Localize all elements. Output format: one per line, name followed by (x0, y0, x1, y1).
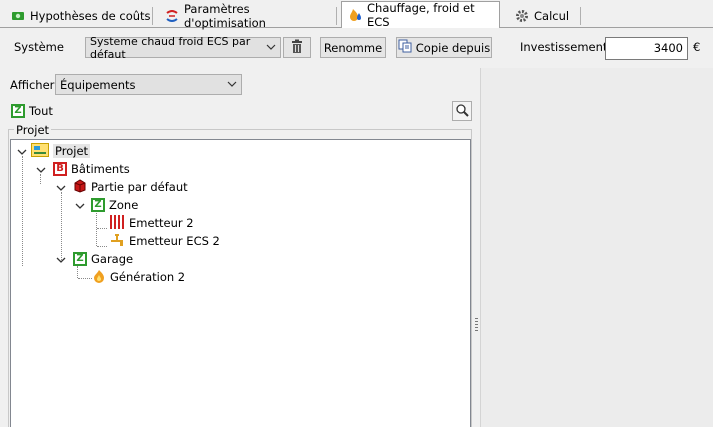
system-select-value: Systeme chaud froid ECS par défaut (90, 34, 251, 61)
tree-node-label: Génération 2 (110, 270, 186, 284)
tree-node-label: Bâtiments (71, 162, 130, 176)
tree-node-emetteur[interactable]: Emetteur 2 (109, 214, 194, 233)
tree-connector (97, 228, 107, 229)
investment-field[interactable]: 3400 (605, 37, 688, 60)
tree-node-batiments[interactable]: B Bâtiments (53, 161, 130, 177)
investment-label: Investissement (520, 40, 608, 54)
afficher-label: Afficher (10, 78, 55, 92)
collapse-toggle[interactable] (36, 164, 46, 174)
chevron-down-icon (266, 41, 276, 56)
copy-from-button[interactable]: Copie depuis (396, 37, 492, 58)
trash-icon (290, 39, 304, 56)
project-tree[interactable]: Projet B Bâtiments Partie par défaut Z Z… (10, 139, 471, 427)
tree-node-garage[interactable]: Z Garage (73, 251, 133, 267)
afficher-select-value: Équipements (60, 77, 136, 92)
tab-hypotheses-couts[interactable]: Hypothèses de coûts (4, 3, 153, 28)
tab-chauffage-froid-ecs[interactable]: Chauffage, froid et ECS (341, 1, 500, 29)
tab-parametres-optimisation[interactable]: Paramètres d'optimisation (158, 2, 337, 30)
radiator-icon (109, 214, 125, 233)
zone-icon: Z (91, 198, 105, 212)
details-panel (480, 68, 713, 427)
search-button[interactable] (452, 101, 472, 121)
tab-label: Calcul (534, 9, 570, 23)
tree-connector (22, 156, 23, 266)
tout-filter[interactable]: Z Tout (11, 103, 53, 119)
copy-button-label: Copie depuis (415, 40, 491, 55)
search-icon (455, 103, 469, 120)
collapse-toggle[interactable] (56, 182, 66, 192)
collapse-toggle[interactable] (56, 254, 66, 264)
copy-icon (398, 39, 412, 56)
tree-node-generation[interactable]: Génération 2 (92, 269, 185, 285)
tree-connector (97, 246, 107, 247)
tree-connector (78, 278, 92, 279)
tab-label: Hypothèses de coûts (30, 9, 151, 23)
flame-water-icon (348, 8, 362, 22)
afficher-select[interactable]: Équipements (55, 74, 242, 95)
cube-icon (73, 178, 87, 196)
tree-connector (61, 192, 62, 262)
delete-button[interactable] (283, 37, 311, 58)
tree-node-zone[interactable]: Z Zone (91, 197, 138, 213)
tab-label: Chauffage, froid et ECS (367, 1, 475, 29)
optimisation-icon (165, 9, 179, 23)
chevron-down-icon (227, 78, 237, 93)
tree-node-partie[interactable]: Partie par défaut (73, 178, 188, 196)
projet-group-title: Projet (14, 123, 52, 137)
tab-label: Paramètres d'optimisation (184, 2, 266, 30)
tab-bar: Hypothèses de coûts Paramètres d'optimis… (0, 0, 713, 30)
currency-label: € (693, 40, 701, 54)
tree-node-emetteur-ecs[interactable]: Emetteur ECS 2 (109, 233, 220, 249)
zone-icon: Z (73, 252, 87, 266)
tout-label: Tout (29, 104, 53, 118)
splitter-handle[interactable] (475, 318, 478, 332)
project-icon (31, 142, 49, 160)
system-label: Système (14, 40, 64, 54)
tree-node-label: Emetteur 2 (129, 216, 194, 230)
zone-icon: Z (11, 104, 25, 118)
tree-node-label: Zone (109, 198, 139, 212)
rename-button-label: Renomme (323, 40, 383, 55)
tree-node-label: Emetteur ECS 2 (129, 234, 220, 248)
system-select[interactable]: Systeme chaud froid ECS par défaut (85, 34, 281, 61)
money-icon (11, 9, 25, 23)
faucet-icon (109, 232, 125, 251)
tab-calcul[interactable]: Calcul (508, 3, 581, 28)
tree-connector (77, 266, 78, 278)
gear-icon (515, 9, 529, 23)
collapse-toggle[interactable] (75, 200, 85, 210)
building-icon: B (53, 162, 67, 176)
tree-node-label: Partie par défaut (91, 180, 188, 194)
tree-node-projet[interactable]: Projet (31, 142, 91, 160)
rename-button[interactable]: Renomme (320, 37, 386, 58)
flame-icon (92, 269, 106, 286)
tree-node-label: Projet (53, 144, 91, 158)
tree-connector (40, 174, 41, 184)
tree-node-label: Garage (91, 252, 134, 266)
collapse-toggle[interactable] (17, 146, 27, 156)
